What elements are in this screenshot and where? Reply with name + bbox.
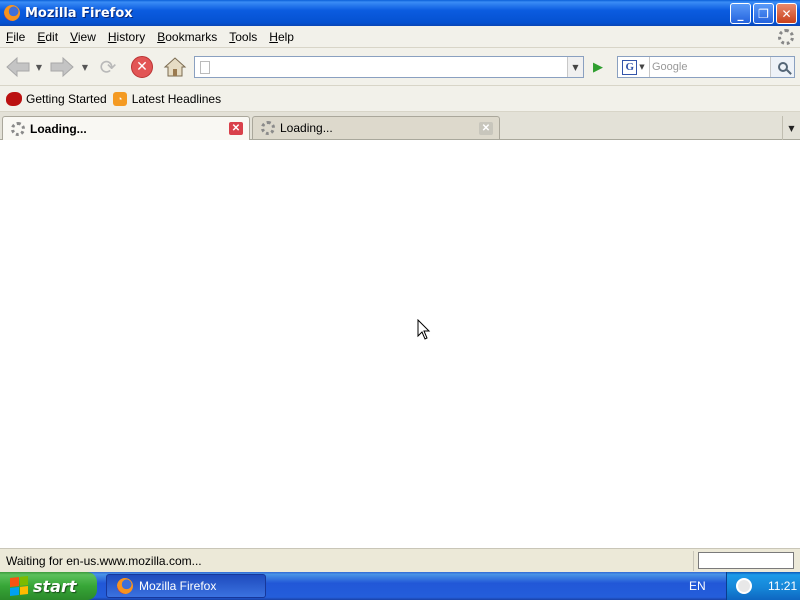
search-engine-selector[interactable]: G ▼: [618, 57, 650, 77]
url-history-dropdown[interactable]: ▼: [567, 57, 583, 77]
home-button[interactable]: [162, 55, 188, 79]
clock[interactable]: 11:21: [768, 579, 797, 593]
window-titlebar[interactable]: Mozilla Firefox _ ❐ ✕: [0, 0, 800, 26]
bookmark-latest-headlines[interactable]: ◔ Latest Headlines: [112, 91, 222, 106]
tab-label: Loading...: [30, 121, 87, 136]
tab-bar: Loading... ✕ Loading... ✕ ▼: [0, 112, 800, 140]
reload-button[interactable]: ⟳: [96, 55, 120, 79]
stop-icon: ✕: [131, 56, 153, 78]
go-arrow-icon: ▶: [593, 59, 603, 75]
tray-app-icon[interactable]: [736, 578, 752, 594]
forward-history-dropdown[interactable]: ▼: [80, 55, 90, 79]
search-button[interactable]: [770, 57, 794, 77]
loading-icon: [11, 121, 25, 136]
search-input[interactable]: [652, 58, 770, 76]
start-button[interactable]: start: [0, 572, 97, 600]
taskbar-item-label: Mozilla Firefox: [139, 579, 217, 593]
menu-bookmarks[interactable]: Bookmarks: [151, 30, 223, 44]
language-indicator[interactable]: EN: [689, 579, 706, 593]
firefox-icon: [4, 5, 20, 21]
bookmarks-toolbar: Getting Started ◔ Latest Headlines: [0, 86, 800, 112]
reload-icon: ⟳: [99, 55, 117, 79]
close-button[interactable]: ✕: [776, 3, 797, 24]
tab-label: Loading...: [280, 121, 333, 135]
google-icon: G: [622, 59, 638, 75]
rss-icon: ◔: [112, 91, 127, 106]
mouse-cursor-icon: [417, 319, 431, 340]
menu-history[interactable]: History: [102, 30, 151, 44]
loading-icon: [261, 121, 275, 135]
windows-logo-icon: [10, 576, 28, 596]
window-title: Mozilla Firefox: [25, 5, 133, 21]
throbber-icon: [778, 29, 794, 45]
back-button[interactable]: [4, 55, 32, 79]
back-history-dropdown[interactable]: ▼: [34, 55, 44, 79]
home-icon: [163, 57, 187, 77]
forward-button[interactable]: [48, 55, 76, 79]
url-bar[interactable]: ▼: [194, 56, 584, 78]
page-icon: [200, 60, 210, 74]
firefox-icon: [117, 578, 133, 594]
url-input[interactable]: [214, 58, 567, 76]
taskbar: start Mozilla Firefox EN 11:21: [0, 572, 800, 600]
menu-bar: File Edit View History Bookmarks Tools H…: [0, 26, 800, 48]
status-divider: [693, 550, 694, 571]
page-content[interactable]: [0, 140, 800, 548]
magnifier-icon: [777, 62, 788, 72]
system-tray: 11:21: [726, 572, 800, 600]
maximize-button[interactable]: ❐: [753, 3, 774, 24]
chevron-down-icon: ▼: [639, 63, 645, 71]
status-bar: Waiting for en-us.www.mozilla.com...: [0, 548, 800, 572]
progress-bar: [698, 552, 794, 569]
window-controls: _ ❐ ✕: [730, 3, 797, 24]
search-bar: G ▼: [617, 56, 795, 78]
go-button[interactable]: ▶: [588, 58, 608, 76]
tab-close-button[interactable]: ✕: [229, 122, 243, 135]
menu-tools[interactable]: Tools: [223, 30, 263, 44]
status-text: Waiting for en-us.www.mozilla.com...: [6, 553, 202, 568]
bookmark-label: Latest Headlines: [131, 91, 222, 106]
back-arrow-icon: [6, 56, 30, 78]
menu-edit[interactable]: Edit: [31, 30, 64, 44]
tab-list-dropdown[interactable]: ▼: [782, 116, 800, 140]
tab-close-button[interactable]: ✕: [479, 121, 493, 135]
bookmark-getting-started[interactable]: Getting Started: [6, 91, 107, 106]
tab-inactive[interactable]: Loading... ✕: [252, 116, 500, 139]
start-label: start: [33, 576, 77, 596]
tab-active[interactable]: Loading... ✕: [2, 116, 250, 140]
menu-file[interactable]: File: [0, 30, 31, 44]
stop-button[interactable]: ✕: [130, 55, 154, 79]
bookmark-label: Getting Started: [26, 91, 107, 106]
minimize-button[interactable]: _: [730, 3, 751, 24]
firefox-icon: [6, 91, 22, 106]
taskbar-firefox-button[interactable]: Mozilla Firefox: [106, 574, 266, 598]
menu-help[interactable]: Help: [263, 30, 300, 44]
forward-arrow-icon: [50, 56, 74, 78]
menu-view[interactable]: View: [64, 30, 102, 44]
